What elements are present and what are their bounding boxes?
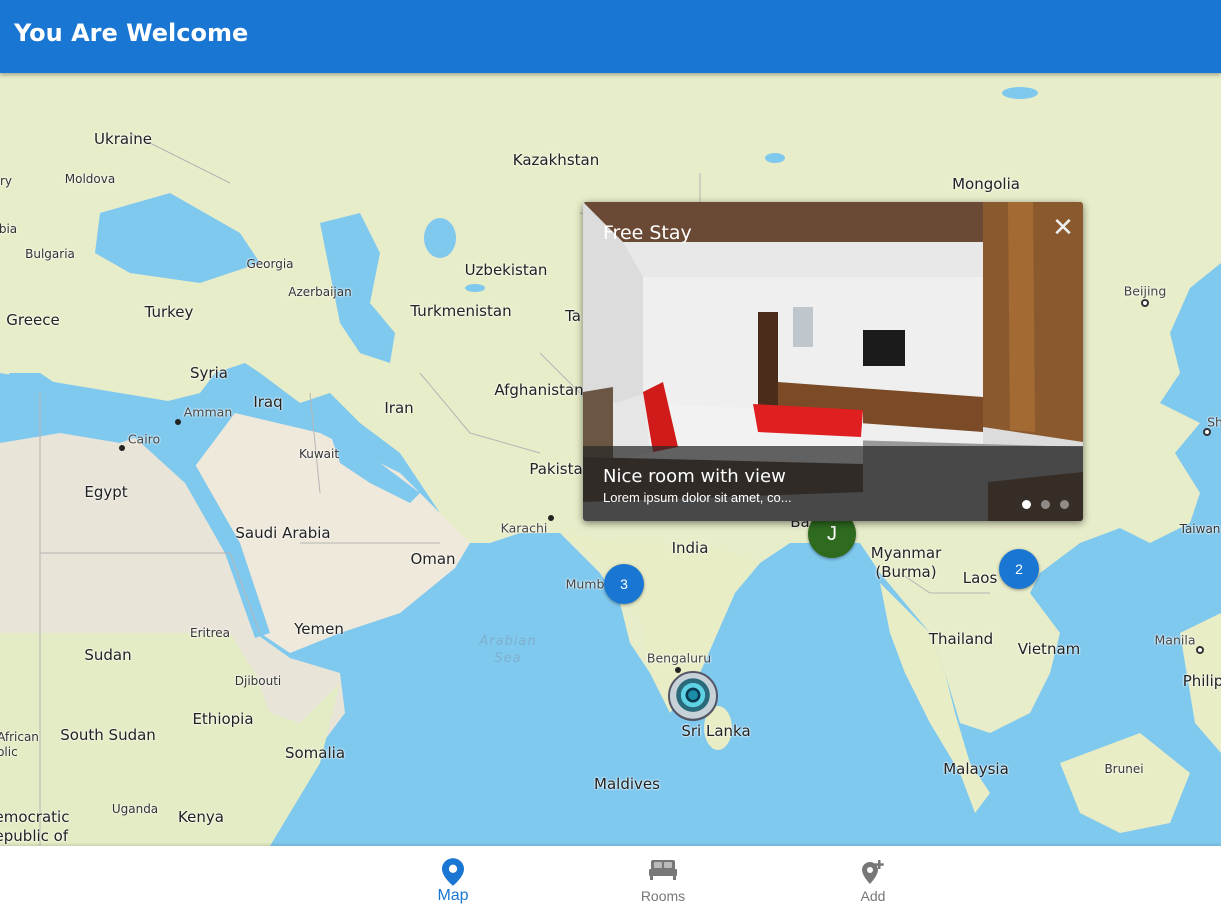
app-title: You Are Welcome [14,19,249,47]
country-label-philippines: Philip [1182,672,1221,690]
avatar-marker-srilanka[interactable] [668,671,718,721]
country-label-dem-rep-congo: emocratic epublic of [0,808,70,845]
country-label-mongolia: Mongolia [952,175,1020,193]
country-label-eritrea: Eritrea [190,626,230,640]
carousel-dot-3[interactable] [1060,500,1069,509]
city-dot-amman [175,419,181,425]
city-label-manila: Manila [1154,632,1196,648]
city-label-mumbai: Mumb [565,576,605,592]
nav-label-add: Add [860,888,886,904]
country-label-turkmenistan: Turkmenistan [410,302,512,320]
popup-title: Free Stay [603,222,692,244]
country-label-vietnam: Vietnam [1017,640,1081,658]
country-label-somalia: Somalia [284,744,346,762]
map-pin-icon [442,858,464,886]
country-label-afghanistan: Afghanistan [494,381,584,399]
city-dot-bengaluru [675,667,681,673]
carousel-dot-2[interactable] [1041,500,1050,509]
country-label-tajikistan: Ta [565,307,581,325]
country-label-south-sudan: South Sudan [60,726,156,744]
country-label-brunei: Brunei [1104,762,1144,776]
country-label-sri-lanka: Sri Lanka [681,722,751,740]
country-label-saudi-arabia: Saudi Arabia [235,524,331,542]
app-bar: You Are Welcome [0,0,1221,73]
country-label-bulgaria: Bulgaria [25,247,75,261]
country-label-taiwan: Taiwan [1179,522,1221,536]
country-label-ukraine: Ukraine [94,130,152,148]
city-dot-beijing [1141,299,1149,307]
country-label-azerbaijan: Azerbaijan [288,285,352,299]
country-label-egypt: Egypt [84,483,128,501]
country-label-maldives: Maldives [594,775,660,793]
city-label-shanghai: Sh [1207,414,1221,430]
nav-label-map: Map [437,887,469,904]
city-dot-manila [1196,646,1204,654]
add-location-icon [862,860,884,884]
bed-icon [649,860,677,880]
close-icon[interactable]: ✕ [1051,212,1075,243]
cluster-marker-mumbai[interactable]: 3 [604,564,644,604]
country-label-thailand: Thailand [928,630,994,648]
city-label-karachi: Karachi [500,520,548,536]
carousel-indicator [1022,500,1069,509]
bottom-navigation: Map Rooms Add [0,846,1221,912]
city-dot-cairo [119,445,125,451]
country-label-laos: Laos [962,569,998,587]
country-label-ethiopia: Ethiopia [192,710,254,728]
country-label-partial-left: ry [0,174,13,188]
country-label-uzbekistan: Uzbekistan [464,261,548,279]
nav-item-rooms[interactable]: Rooms [603,846,723,912]
caption-text: Lorem ipsum dolor sit amet, co... [603,490,792,505]
country-label-oman: Oman [410,550,456,568]
nav-label-rooms: Rooms [640,888,686,904]
country-label-partial-left-2: bia [0,222,18,236]
country-label-iran: Iran [384,399,414,417]
country-label-djibouti: Djibouti [234,674,282,688]
country-label-central-african: African olic [0,730,39,759]
nav-item-add[interactable]: Add [813,846,933,912]
country-label-yemen: Yemen [294,620,344,638]
country-label-myanmar: Myanmar (Burma) [870,544,942,581]
country-label-uganda: Uganda [111,802,159,816]
caption-title: Nice room with view [603,466,786,487]
cluster-marker-laos[interactable]: 2 [999,549,1039,589]
city-label-cairo: Cairo [127,431,161,447]
sea-label-arabian: Arabian Sea [479,634,537,666]
country-label-india: India [671,539,709,557]
popup-caption: Nice room with view Lorem ipsum dolor si… [583,446,1083,521]
country-label-kuwait: Kuwait [298,447,340,461]
city-dot-karachi [548,515,554,521]
country-label-kenya: Kenya [178,808,224,826]
country-label-turkey: Turkey [144,303,194,321]
carousel-dot-1[interactable] [1022,500,1031,509]
city-label-amman: Amman [183,404,233,420]
country-label-moldova: Moldova [64,172,116,186]
nav-item-map[interactable]: Map [393,846,513,912]
country-label-greece: Greece [6,311,60,329]
city-label-beijing: Beijing [1123,283,1167,299]
city-label-bengaluru: Bengaluru [646,650,712,666]
country-label-kazakhstan: Kazakhstan [512,151,600,169]
country-label-iraq: Iraq [253,393,283,411]
country-label-sudan: Sudan [84,646,132,664]
country-label-syria: Syria [190,364,228,382]
country-label-pakistan: Pakista [529,460,583,478]
country-label-georgia: Georgia [246,257,294,271]
room-popup-card[interactable]: Free Stay ✕ Nice room with view Lorem ip… [583,202,1083,521]
country-label-malaysia: Malaysia [943,760,1009,778]
